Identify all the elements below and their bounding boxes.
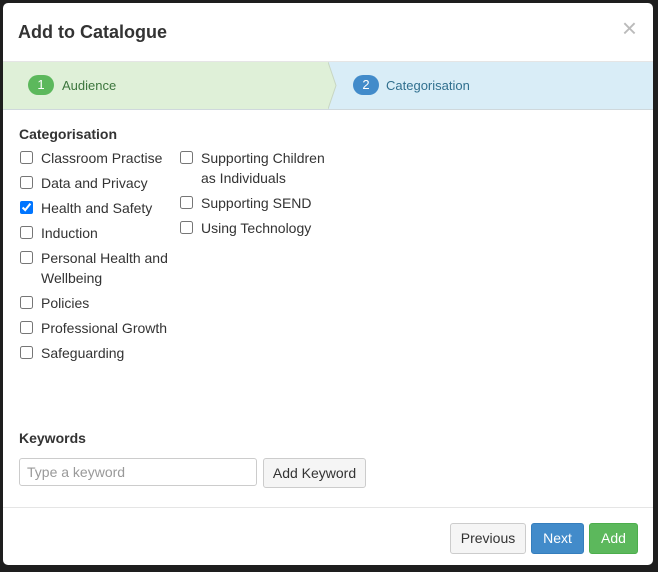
checkbox-label: Professional Growth [41,320,168,336]
wizard-steps: 1 Audience 2 Categorisation [3,62,653,110]
checkbox-input[interactable] [20,321,33,334]
wizard-step-audience[interactable]: 1 Audience [3,62,328,109]
wizard-step-categorisation[interactable]: 2 Categorisation [343,62,653,109]
next-button[interactable]: Next [531,523,584,554]
step-label: Audience [62,78,117,93]
checkbox-input[interactable] [20,251,33,264]
step-arrow-icon [328,62,337,109]
checkbox-input[interactable] [20,226,33,239]
checkbox-induction[interactable]: Induction [20,223,170,243]
checkbox-health-and-safety[interactable]: Health and Safety [20,198,170,218]
checkbox-classroom-practise[interactable]: Classroom Practise [20,148,170,168]
checkbox-data-and-privacy[interactable]: Data and Privacy [20,173,170,193]
checkbox-input[interactable] [20,176,33,189]
checkbox-label: Using Technology [201,220,312,236]
add-to-catalogue-modal: Add to Catalogue × 1 Audience 2 Categori… [3,3,653,565]
keywords-label: Keywords [19,430,86,446]
checkbox-label: Safeguarding [41,345,125,361]
step-label: Categorisation [386,78,470,93]
close-icon[interactable]: × [622,15,637,41]
modal-footer: Previous Next Add [3,507,653,565]
checkbox-label: Health and Safety [41,200,153,216]
modal-title: Add to Catalogue [18,22,167,42]
step-number-badge: 1 [28,75,54,95]
checkbox-professional-growth[interactable]: Professional Growth [20,318,170,338]
keyword-input[interactable] [19,458,257,486]
keywords-section: Keywords [19,430,86,446]
checkbox-label: Supporting Children as Individuals [201,150,325,186]
add-keyword-button[interactable]: Add Keyword [263,458,366,488]
add-button[interactable]: Add [589,523,638,554]
checkbox-input[interactable] [180,151,193,164]
categorisation-section: Categorisation [19,126,117,142]
checkbox-label: Personal Health and Wellbeing [41,250,168,286]
checkbox-input[interactable] [20,296,33,309]
categorisation-label: Categorisation [19,126,118,142]
checkbox-label: Policies [41,295,90,311]
checkbox-label: Classroom Practise [41,150,163,166]
checkbox-policies[interactable]: Policies [20,293,170,313]
checkbox-safeguarding[interactable]: Safeguarding [20,343,170,363]
checkbox-supporting-send[interactable]: Supporting SEND [180,193,340,213]
checkbox-input[interactable] [180,221,193,234]
checkbox-using-technology[interactable]: Using Technology [180,218,340,238]
checkbox-personal-health-and-wellbeing[interactable]: Personal Health and Wellbeing [20,248,170,288]
checkbox-supporting-children-as-individuals[interactable]: Supporting Children as Individuals [180,148,340,188]
checkbox-input[interactable] [180,196,193,209]
checkbox-input[interactable] [20,201,33,214]
step-number-badge: 2 [353,75,379,95]
checkbox-label: Data and Privacy [41,175,148,191]
previous-button[interactable]: Previous [450,523,526,554]
checkbox-input[interactable] [20,346,33,359]
checkbox-label: Supporting SEND [201,195,312,211]
checkbox-input[interactable] [20,151,33,164]
modal-header: Add to Catalogue × [3,3,653,62]
checkbox-label: Induction [41,225,98,241]
